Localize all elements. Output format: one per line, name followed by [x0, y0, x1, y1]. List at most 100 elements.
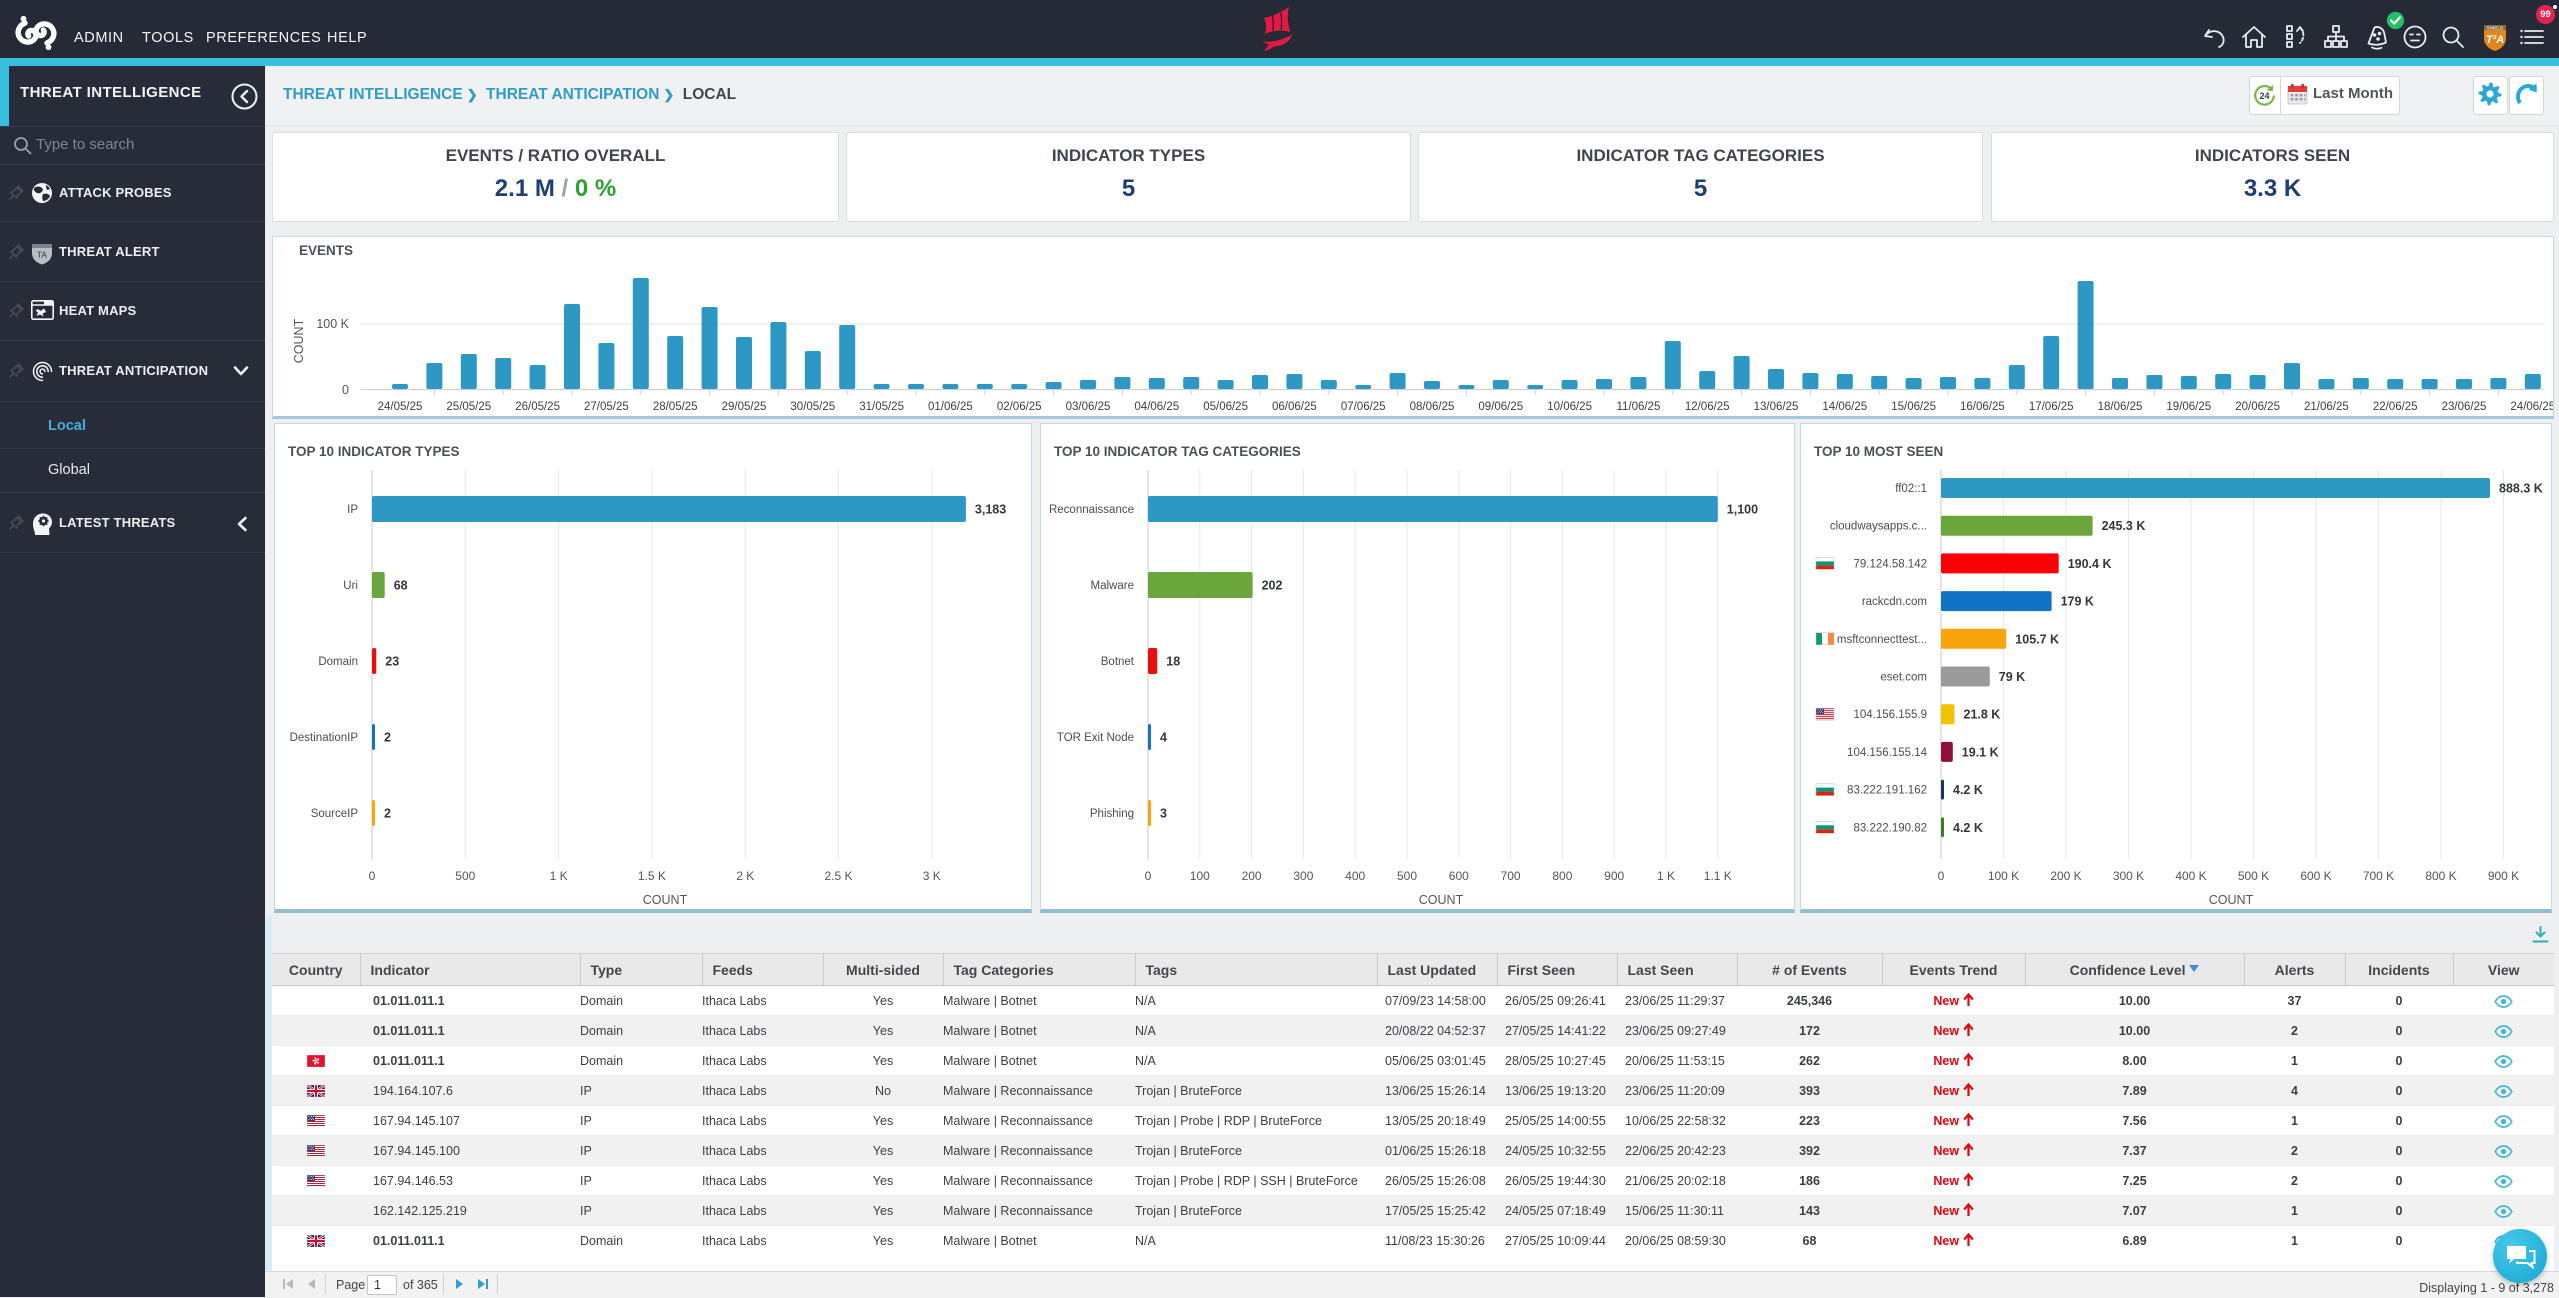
svg-text:245.3 K: 245.3 K [2102, 519, 2146, 533]
svg-text:TA: TA [37, 251, 47, 260]
svg-text:200: 200 [1242, 869, 1262, 883]
svg-text:02/06/25: 02/06/25 [997, 401, 1042, 413]
svg-text:rackcdn.com: rackcdn.com [1862, 596, 1927, 608]
svg-text:05/06/25: 05/06/25 [1203, 401, 1248, 413]
svg-text:Phishing: Phishing [1090, 808, 1134, 820]
svg-text:24: 24 [2259, 91, 2269, 101]
svg-text:1 K: 1 K [550, 869, 568, 883]
svg-text:900 K: 900 K [2488, 869, 2519, 883]
svg-text:105.7 K: 105.7 K [2015, 632, 2059, 646]
svg-text:Malware: Malware [1091, 580, 1134, 592]
svg-text:12/06/25: 12/06/25 [1685, 401, 1730, 413]
svg-text:2: 2 [384, 807, 391, 821]
svg-text:100 K: 100 K [316, 317, 349, 331]
svg-text:202: 202 [1262, 579, 1283, 593]
svg-text:4.2 K: 4.2 K [1953, 821, 1983, 835]
svg-text:500: 500 [1397, 869, 1417, 883]
svg-text:21.8 K: 21.8 K [1964, 708, 2001, 722]
svg-text:2 K: 2 K [736, 869, 754, 883]
svg-text:100 K: 100 K [1988, 869, 2019, 883]
svg-text:600 K: 600 K [2300, 869, 2331, 883]
svg-text:T³A: T³A [2486, 34, 2504, 46]
svg-text:19/06/25: 19/06/25 [2166, 401, 2211, 413]
svg-text:1,100: 1,100 [1727, 503, 1758, 517]
svg-text:100: 100 [1190, 869, 1210, 883]
svg-text:EVENTS: EVENTS [299, 243, 353, 258]
svg-text:700 K: 700 K [2363, 869, 2394, 883]
svg-text:31/05/25: 31/05/25 [859, 401, 904, 413]
svg-text:20/06/25: 20/06/25 [2235, 401, 2280, 413]
svg-text:TOP 10 INDICATOR TAG CATEGORIE: TOP 10 INDICATOR TAG CATEGORIES [1054, 444, 1301, 459]
svg-text:24/06/25: 24/06/25 [2510, 401, 2553, 413]
svg-text:3: 3 [1160, 807, 1167, 821]
svg-text:3,183: 3,183 [975, 503, 1006, 517]
svg-text:104.156.155.14: 104.156.155.14 [1847, 747, 1928, 759]
svg-text:300 K: 300 K [2113, 869, 2144, 883]
svg-text:190.4 K: 190.4 K [2068, 557, 2112, 571]
svg-text:30/05/25: 30/05/25 [790, 401, 835, 413]
svg-text:104.156.155.9: 104.156.155.9 [1853, 709, 1927, 721]
svg-text:08/06/25: 08/06/25 [1410, 401, 1455, 413]
svg-text:COUNT: COUNT [292, 318, 306, 363]
svg-text:16/06/25: 16/06/25 [1960, 401, 2005, 413]
svg-text:03/06/25: 03/06/25 [1066, 401, 1111, 413]
svg-text:900: 900 [1604, 869, 1624, 883]
svg-text:23/06/25: 23/06/25 [2442, 401, 2487, 413]
svg-text:eset.com: eset.com [1880, 672, 1927, 684]
svg-text:TOP 10 INDICATOR TYPES: TOP 10 INDICATOR TYPES [288, 444, 460, 459]
svg-text:400: 400 [1345, 869, 1365, 883]
svg-text:14/06/25: 14/06/25 [1822, 401, 1867, 413]
svg-text:1 K: 1 K [1657, 869, 1675, 883]
svg-text:06/06/25: 06/06/25 [1272, 401, 1317, 413]
svg-text:21/06/25: 21/06/25 [2304, 401, 2349, 413]
svg-text:09/06/25: 09/06/25 [1478, 401, 1523, 413]
svg-text:Domain: Domain [318, 656, 358, 668]
svg-text:19.1 K: 19.1 K [1962, 745, 1999, 759]
svg-text:IP: IP [347, 504, 358, 516]
svg-text:700: 700 [1501, 869, 1521, 883]
svg-text:DestinationIP: DestinationIP [290, 732, 359, 744]
svg-text:3 K: 3 K [923, 869, 941, 883]
svg-text:COUNT: COUNT [643, 893, 688, 907]
svg-text:TOR Exit Node: TOR Exit Node [1057, 732, 1134, 744]
svg-text:18/06/25: 18/06/25 [2098, 401, 2143, 413]
svg-text:Reconnaissance: Reconnaissance [1049, 504, 1134, 516]
svg-text:0: 0 [1145, 869, 1152, 883]
svg-text:26/05/25: 26/05/25 [515, 401, 560, 413]
svg-text:888.3 K: 888.3 K [2499, 482, 2543, 496]
svg-text:Botnet: Botnet [1101, 656, 1135, 668]
svg-text:15/06/25: 15/06/25 [1891, 401, 1936, 413]
svg-text:11/06/25: 11/06/25 [1616, 401, 1660, 413]
svg-text:179 K: 179 K [2061, 595, 2094, 609]
svg-text:68: 68 [394, 579, 408, 593]
svg-text:18: 18 [1166, 655, 1180, 669]
svg-text:msftconnecttest...: msftconnecttest... [1837, 634, 1927, 646]
svg-text:13/06/25: 13/06/25 [1754, 401, 1799, 413]
svg-text:400 K: 400 K [2175, 869, 2206, 883]
svg-text:28/05/25: 28/05/25 [653, 401, 698, 413]
svg-text:04/06/25: 04/06/25 [1134, 401, 1179, 413]
svg-text:25/05/25: 25/05/25 [446, 401, 491, 413]
svg-text:0: 0 [369, 869, 376, 883]
svg-text:24/05/25: 24/05/25 [378, 401, 423, 413]
svg-text:29/05/25: 29/05/25 [722, 401, 767, 413]
svg-text:800: 800 [1552, 869, 1572, 883]
svg-text:0: 0 [342, 383, 349, 397]
svg-text:ff02::1: ff02::1 [1895, 483, 1927, 495]
svg-text:SourceIP: SourceIP [311, 808, 359, 820]
svg-text:500 K: 500 K [2238, 869, 2269, 883]
svg-text:79 K: 79 K [1999, 670, 2025, 684]
svg-text:27/05/25: 27/05/25 [584, 401, 629, 413]
svg-text:2: 2 [384, 731, 391, 745]
svg-text:Uri: Uri [343, 580, 358, 592]
svg-text:800 K: 800 K [2425, 869, 2456, 883]
svg-text:23: 23 [385, 655, 399, 669]
svg-text:600: 600 [1449, 869, 1469, 883]
svg-text:01/06/25: 01/06/25 [928, 401, 973, 413]
svg-text:83.222.191.162: 83.222.191.162 [1847, 785, 1927, 797]
svg-text:COUNT: COUNT [1419, 893, 1464, 907]
svg-text:22/06/25: 22/06/25 [2373, 401, 2418, 413]
svg-text:83.222.190.82: 83.222.190.82 [1853, 822, 1927, 834]
svg-text:79.124.58.142: 79.124.58.142 [1853, 558, 1927, 570]
svg-text:2.5 K: 2.5 K [824, 869, 852, 883]
